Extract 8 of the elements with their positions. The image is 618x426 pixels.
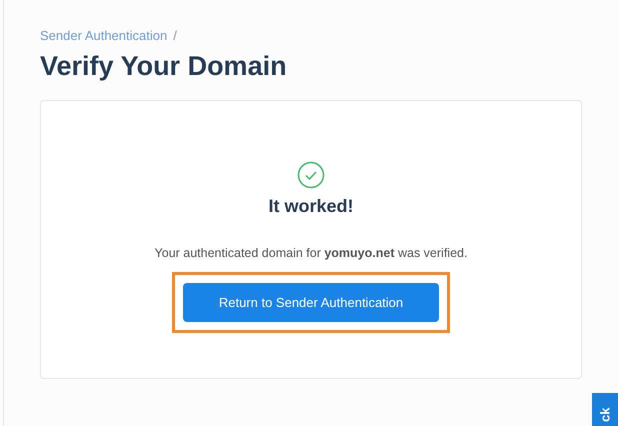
breadcrumb-link[interactable]: Sender Authentication (40, 26, 168, 46)
feedback-tab[interactable]: ck (592, 393, 618, 426)
verification-message: Your authenticated domain for yomuyo.net was verified. (154, 244, 468, 262)
breadcrumb-separator: / (173, 27, 177, 45)
check-circle-icon (297, 160, 325, 188)
return-button[interactable]: Return to Sender Authentication (183, 283, 439, 322)
success-heading: It worked! (268, 194, 354, 218)
page-title: Verify Your Domain (40, 50, 288, 83)
